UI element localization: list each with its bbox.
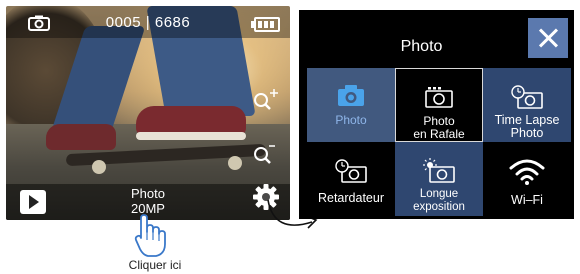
- mode-label: Retardateur: [317, 191, 384, 205]
- photo-counter: 0005 | 6686: [105, 14, 191, 31]
- battery-icon: [251, 17, 280, 32]
- close-button[interactable]: [528, 18, 568, 58]
- wifi-icon: [483, 158, 571, 185]
- tap-hand-icon: [134, 214, 168, 263]
- mode-self-timer[interactable]: Retardateur: [307, 142, 395, 216]
- mode-label-line2: Photo: [510, 126, 544, 140]
- zoom-out-icon[interactable]: [252, 142, 276, 169]
- zoom-in-icon[interactable]: [252, 88, 278, 115]
- skater-shoe-back: [46, 124, 116, 150]
- timelapse-camera-icon: [483, 84, 571, 110]
- long-exposure-camera-icon: [395, 158, 483, 184]
- mode-wifi[interactable]: Wi–Fi: [483, 142, 571, 216]
- tap-hint-label: Cliquer ici: [128, 258, 182, 272]
- mode-photo[interactable]: Photo: [307, 68, 395, 142]
- self-timer-camera-icon: [307, 158, 395, 184]
- camera-icon: [307, 84, 395, 110]
- mode-label-line2: en Rafale: [413, 127, 465, 141]
- skateboard-wheel: [228, 156, 242, 170]
- skateboard-wheel: [92, 160, 106, 174]
- mode-label: Photo: [335, 113, 367, 127]
- burst-camera-icon: [396, 85, 482, 111]
- mode-name: Photo: [131, 186, 165, 201]
- mode-label: Wi–Fi: [511, 193, 543, 207]
- camera-live-view: 0005 | 6686 Photo 20MP: [6, 6, 290, 220]
- skater-shoe-front: [136, 106, 246, 140]
- mode-time-lapse[interactable]: Time Lapse Photo: [483, 68, 571, 142]
- mode-grid: Photo Photo en Rafale Time Lapse Photo R…: [307, 68, 571, 216]
- mode-burst[interactable]: Photo en Rafale: [395, 68, 483, 142]
- photo-mode-menu: Photo Photo Photo en Rafale Time Lapse P…: [299, 10, 574, 219]
- mode-label: Longue: [419, 188, 459, 200]
- menu-title: Photo: [400, 38, 443, 55]
- mode-label-line2: exposition: [413, 201, 465, 213]
- mode-button[interactable]: Photo 20MP: [6, 186, 290, 216]
- mode-long-exposure[interactable]: Longue exposition: [395, 142, 483, 216]
